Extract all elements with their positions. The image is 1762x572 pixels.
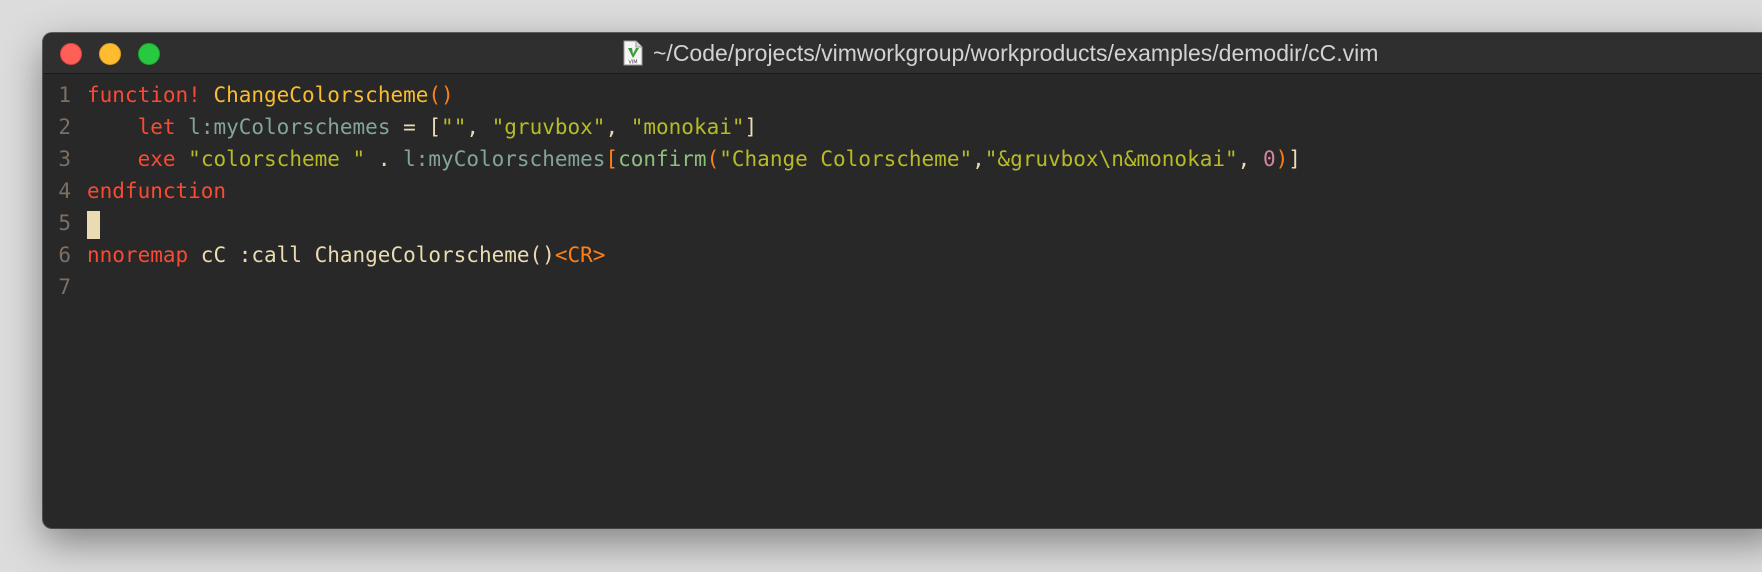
code-token: ) (1275, 147, 1289, 171)
code-token: function! (87, 83, 201, 107)
code-line[interactable]: 2 let l:myColorschemes = ["", "gruvbox",… (43, 111, 1762, 143)
code-token: endfunction (87, 179, 227, 203)
code-token: () (428, 83, 454, 107)
code-token: , (972, 147, 985, 171)
editor-window: VIM ~/Code/projects/vimworkgroup/workpro… (43, 33, 1762, 528)
code-token: , (466, 115, 492, 139)
close-button[interactable] (60, 43, 82, 65)
code-line[interactable]: 4 endfunction (43, 175, 1762, 207)
code-token: ( (706, 147, 720, 171)
code-line[interactable]: 7 (43, 271, 1762, 303)
code-token: ChangeColorscheme (213, 83, 429, 107)
line-content[interactable]: let l:myColorschemes = ["", "gruvbox", "… (87, 111, 758, 143)
line-number: 4 (58, 179, 71, 203)
code-token: [ (605, 147, 619, 171)
svg-text:VIM: VIM (628, 60, 637, 66)
code-line[interactable]: 3 exe "colorscheme " . l:myColorschemes[… (43, 143, 1762, 175)
code-token: confirm (618, 147, 707, 171)
code-editor[interactable]: 1 function! ChangeColorscheme() 2 let l:my… (43, 74, 1762, 303)
code-token: exe (137, 147, 176, 171)
minimize-button[interactable] (99, 43, 121, 65)
line-content[interactable]: exe "colorscheme " . l:myColorschemes[co… (87, 143, 1301, 175)
line-content[interactable] (87, 207, 100, 239)
text-cursor (87, 211, 100, 239)
code-token: cC :call ChangeColorscheme() (188, 243, 555, 267)
code-token: , (605, 115, 631, 139)
title-bar[interactable]: VIM ~/Code/projects/vimworkgroup/workpro… (43, 33, 1762, 74)
code-token: "monokai" (630, 115, 745, 139)
code-token: ] (744, 115, 758, 139)
code-token: let (137, 115, 176, 139)
code-token: <CR> (554, 243, 606, 267)
code-token: l:myColorschemes (188, 115, 391, 139)
vim-file-icon[interactable]: VIM (623, 40, 643, 66)
code-token: "&gruvbox\n&monokai" (984, 147, 1238, 171)
code-token: nnoremap (87, 243, 189, 267)
line-number: 6 (58, 243, 71, 267)
code-token: l:myColorschemes (403, 147, 606, 171)
code-token: . (365, 147, 404, 171)
code-token: 0 (1262, 147, 1276, 171)
window-title-area: VIM ~/Code/projects/vimworkgroup/workpro… (623, 33, 1378, 73)
code-line[interactable]: 1 function! ChangeColorscheme() (43, 79, 1762, 111)
line-number: 7 (58, 275, 71, 299)
code-token: "Change Colorscheme" (719, 147, 973, 171)
code-token: "" (441, 115, 467, 139)
code-line[interactable]: 5 (43, 207, 1762, 239)
line-content[interactable]: nnoremap cC :call ChangeColorscheme()<CR… (87, 239, 605, 271)
line-number: 5 (58, 211, 71, 235)
line-number: 2 (58, 115, 71, 139)
line-number: 3 (58, 147, 71, 171)
line-content[interactable]: endfunction (87, 175, 226, 207)
code-token: "colorscheme " (188, 147, 366, 171)
code-token: = [ (390, 115, 442, 139)
code-token: ] (1288, 147, 1301, 171)
zoom-button[interactable] (138, 43, 160, 65)
line-number: 1 (58, 83, 71, 107)
line-content[interactable]: function! ChangeColorscheme() (87, 79, 454, 111)
code-line[interactable]: 6 nnoremap cC :call ChangeColorscheme()<C… (43, 239, 1762, 271)
code-token: , (1237, 147, 1263, 171)
window-title: ~/Code/projects/vimworkgroup/workproduct… (653, 39, 1379, 66)
code-token: "gruvbox" (491, 115, 606, 139)
